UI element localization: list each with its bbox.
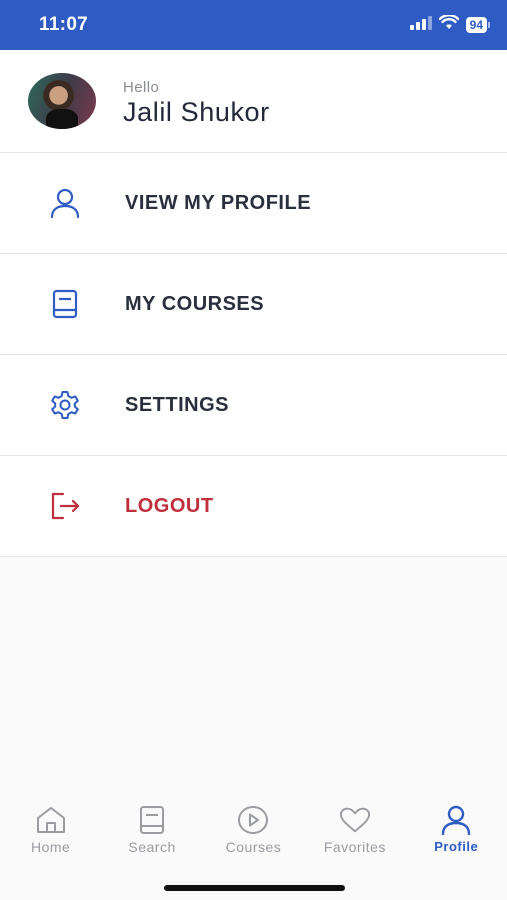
menu-item-settings[interactable]: SETTINGS <box>0 355 507 456</box>
greeting-block: Hello Jalil Shukor <box>123 79 270 128</box>
home-icon <box>35 804 67 836</box>
menu-label: MY COURSES <box>125 292 265 315</box>
tab-home[interactable]: Home <box>0 790 101 855</box>
tab-profile[interactable]: Profile <box>406 790 507 854</box>
battery-icon: 94 <box>465 17 491 33</box>
tab-search[interactable]: Search <box>102 790 203 855</box>
menu-item-view-profile[interactable]: VIEW MY PROFILE <box>0 153 507 254</box>
tab-label: Favorites <box>323 839 386 855</box>
menu-label: LOGOUT <box>125 494 214 517</box>
user-name: Jalil Shukor <box>123 96 270 127</box>
status-bar: 11:07 94 <box>0 0 507 50</box>
tab-label: Search <box>128 839 176 855</box>
avatar <box>28 73 96 129</box>
status-icons: 94 <box>409 14 491 35</box>
user-icon <box>48 186 82 220</box>
play-circle-icon <box>237 804 269 836</box>
profile-header: Hello Jalil Shukor <box>0 50 507 153</box>
tab-label: Courses <box>225 839 282 855</box>
status-time: 11:07 <box>39 14 89 35</box>
profile-menu: VIEW MY PROFILE MY COURSES SETTINGS LOGO… <box>0 153 507 557</box>
menu-item-my-courses[interactable]: MY COURSES <box>0 254 507 355</box>
wifi-icon <box>438 14 460 35</box>
book-icon <box>48 287 82 321</box>
gear-icon <box>48 388 82 422</box>
menu-label: VIEW MY PROFILE <box>125 191 312 214</box>
book-icon <box>136 804 168 836</box>
tab-favorites[interactable]: Favorites <box>304 790 405 855</box>
bottom-tab-bar: Home Search Courses Favorites Profile <box>0 790 507 870</box>
heart-icon <box>339 804 371 836</box>
menu-item-logout[interactable]: LOGOUT <box>0 456 507 557</box>
cellular-signal-icon <box>409 15 432 35</box>
greeting-text: Hello <box>123 78 160 96</box>
user-icon <box>440 804 472 836</box>
tab-label: Home <box>31 839 71 855</box>
logout-icon <box>48 489 82 523</box>
tab-courses[interactable]: Courses <box>203 790 304 855</box>
menu-label: SETTINGS <box>125 393 230 416</box>
tab-label: Profile <box>434 839 479 854</box>
home-indicator <box>164 885 345 891</box>
